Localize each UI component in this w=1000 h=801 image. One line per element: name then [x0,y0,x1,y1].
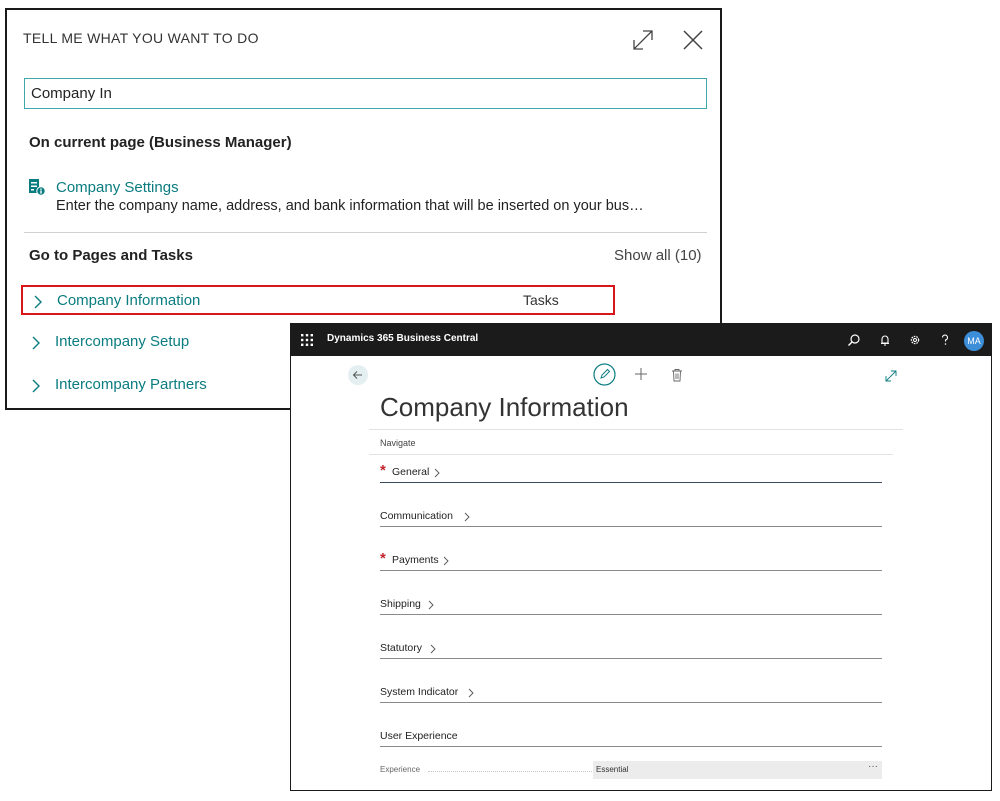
fasttab-system-indicator[interactable]: System Indicator [380,683,882,703]
dialog-title: TELL ME WHAT YOU WANT TO DO [23,30,259,46]
fasttab-label: User Experience [380,730,458,742]
section-divider [24,232,707,233]
title-divider [369,429,903,430]
bell-icon[interactable] [878,333,892,347]
experience-value[interactable]: Essential ··· [593,761,882,779]
chevron-right-icon [32,336,40,350]
settings-page-icon [29,179,46,196]
fasttab-label: General [392,466,430,478]
fasttab-label: Shipping [380,598,421,610]
fasttab-label: System Indicator [380,686,459,698]
fasttab-statutory[interactable]: Statutory [380,639,882,659]
result-label: Company Information [57,292,201,309]
fasttab-communication[interactable]: Communication [380,507,882,527]
search-icon[interactable] [847,333,861,347]
chevron-right-icon [443,556,449,566]
chevron-right-icon [430,644,436,654]
app-launcher-icon[interactable] [301,334,313,346]
app-name: Dynamics 365 Business Central [327,333,479,344]
result-label: Intercompany Setup [55,333,190,350]
chevron-right-icon [32,379,40,393]
experience-field: Experience Essential ··· [380,761,882,779]
fasttab-general[interactable]: * General [380,462,882,483]
lookup-ellipsis-button[interactable]: ··· [868,758,878,776]
chevron-right-icon [468,688,474,698]
pages-tasks-heading: Go to Pages and Tasks [29,247,193,264]
experience-value-text: Essential [596,765,629,774]
company-settings-link[interactable]: Company Settings [56,179,179,196]
close-icon[interactable] [681,28,705,52]
chevron-right-icon [464,512,470,522]
back-arrow-icon [352,371,362,379]
page-title: Company Information [380,392,629,422]
fasttab-shipping[interactable]: Shipping [380,595,882,615]
fasttab-payments[interactable]: * Payments [380,550,882,571]
help-icon[interactable] [938,333,952,347]
delete-icon[interactable] [671,368,683,382]
fasttab-label: Communication [380,510,453,522]
back-button[interactable] [348,365,368,385]
show-all-link[interactable]: Show all (10) [614,247,702,264]
navigate-divider [369,454,893,455]
business-central-window: Dynamics 365 Business Central MA Company… [290,323,992,791]
search-input[interactable] [24,78,707,109]
chevron-right-icon [34,295,42,309]
user-avatar[interactable]: MA [964,331,984,351]
current-page-heading: On current page (Business Manager) [29,134,292,151]
expand-icon[interactable] [885,370,897,382]
required-asterisk: * [380,550,386,567]
fasttab-label: Statutory [380,642,423,654]
new-icon[interactable] [634,367,648,381]
chevron-right-icon [434,468,440,478]
gear-icon[interactable] [908,333,922,347]
fasttab-label: Payments [392,554,439,566]
fasttab-user-experience[interactable]: User Experience [380,727,882,747]
expand-icon[interactable] [629,26,657,54]
result-company-information[interactable]: Company Information Tasks [21,285,615,315]
result-label: Intercompany Partners [55,376,207,393]
company-settings-description: Enter the company name, address, and ban… [56,198,644,214]
required-asterisk: * [380,462,386,479]
app-top-bar: Dynamics 365 Business Central MA [291,324,991,356]
chevron-right-icon [428,600,434,610]
result-category: Tasks [523,292,559,308]
navigate-tab[interactable]: Navigate [380,438,416,448]
experience-label: Experience [380,765,421,774]
edit-icon[interactable] [593,363,616,386]
